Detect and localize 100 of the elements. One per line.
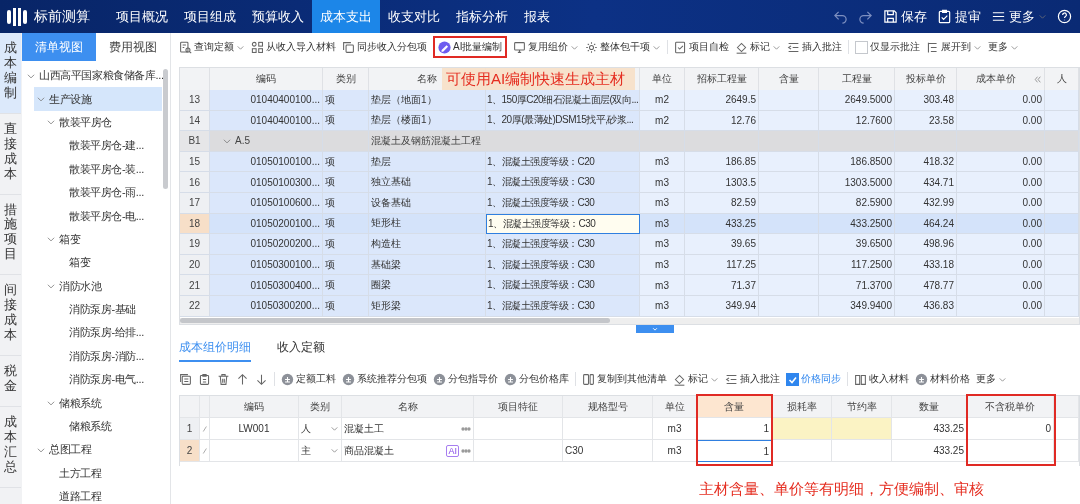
ai-button[interactable]: AI批量编制 xyxy=(438,40,503,54)
table-cell: 433.18 xyxy=(895,254,957,276)
checkbox[interactable]: 价格同步 xyxy=(786,372,841,386)
checkbox[interactable]: 仅显示批注 xyxy=(855,40,921,54)
tree-item[interactable]: 消防泵房-消防... xyxy=(54,344,162,369)
delete-icon[interactable] xyxy=(217,372,230,386)
detail-tab[interactable]: 成本组价明细 xyxy=(179,334,251,362)
mark-button[interactable]: 标记 xyxy=(673,372,719,386)
tree-item[interactable]: 散装平房仓-电... xyxy=(54,204,162,228)
tree-item[interactable]: 储粮系统 xyxy=(44,391,162,415)
tree-item[interactable]: 散装平房仓-雨... xyxy=(54,180,162,205)
nav-tab[interactable]: 成本支出 xyxy=(312,0,380,33)
tree-item[interactable]: 箱变 xyxy=(54,251,162,275)
dropdown-cell[interactable]: 主 xyxy=(299,440,342,462)
seal-icon xyxy=(433,372,446,386)
column-header: 数量 xyxy=(892,396,967,418)
document-search-icon xyxy=(179,40,192,54)
more-menu-button[interactable]: 更多 xyxy=(991,7,1047,26)
side-tab[interactable]: 直接成本 xyxy=(0,113,21,195)
side-tab[interactable]: 措施项目 xyxy=(0,194,21,276)
pen-icon xyxy=(438,40,451,54)
material-price-button[interactable]: 材料价格 xyxy=(915,372,970,386)
nav-tab[interactable]: 预算收入 xyxy=(244,0,312,33)
tree-item[interactable]: 土方工程 xyxy=(44,461,162,486)
expand-button[interactable]: 展开到 xyxy=(926,40,983,54)
import-button[interactable]: 从收入导入材料 xyxy=(251,40,336,54)
recommend-button[interactable]: 系统推荐分包项 xyxy=(342,372,427,386)
insert-icon xyxy=(787,40,801,54)
table-cell: 117.2500 xyxy=(819,254,895,276)
paste-icon[interactable] xyxy=(198,372,211,386)
side-tab[interactable]: 成本汇总 xyxy=(0,406,21,488)
more-icon xyxy=(461,448,471,453)
tree-item[interactable]: 散装平房仓 xyxy=(44,110,162,135)
detail-tab[interactable]: 收入定额 xyxy=(277,334,325,362)
undo-icon[interactable] xyxy=(833,9,848,24)
tree-item[interactable]: 散装平房仓-装... xyxy=(54,157,162,181)
side-tab[interactable]: 税金 xyxy=(0,356,21,407)
table-cell: 2649.5 xyxy=(685,90,759,111)
tree-item[interactable]: 储粮系统 xyxy=(54,414,162,439)
scrollbar[interactable] xyxy=(180,318,610,323)
side-tab[interactable]: 成本编制 xyxy=(0,33,21,114)
table-cell: 01050200200... xyxy=(210,234,323,255)
scrollbar[interactable] xyxy=(163,69,168,189)
dropdown-cell[interactable]: 人 xyxy=(299,418,342,440)
mark-button[interactable]: 标记 xyxy=(735,40,782,54)
nav-tab[interactable]: 报表 xyxy=(516,0,558,33)
tree-item[interactable]: 消防泵房-基础 xyxy=(54,297,162,322)
help-icon[interactable] xyxy=(1057,9,1072,24)
arrow-up-icon[interactable] xyxy=(236,372,249,386)
table-cell: 1303.5000 xyxy=(819,172,895,193)
income-material-button[interactable]: 收入材料 xyxy=(854,372,909,386)
row-number: 19 xyxy=(180,234,210,255)
table-cell: 0.00 xyxy=(957,213,1045,235)
clipboard-check-icon xyxy=(937,9,952,24)
side-tab[interactable]: 间接成本 xyxy=(0,275,21,356)
package-button[interactable]: 整体包干项 xyxy=(585,40,662,54)
column-header: 编码 xyxy=(210,68,323,91)
collapse-handle[interactable] xyxy=(635,325,674,333)
tree-item[interactable]: 消防水池 xyxy=(44,274,162,298)
price-library-button[interactable]: 分包价格库 xyxy=(504,372,569,386)
group-code: A.5 xyxy=(235,135,250,147)
nav-tab[interactable]: 项目概况 xyxy=(108,0,176,33)
copy-icon[interactable] xyxy=(179,372,192,386)
guide-price-button[interactable]: 分包指导价 xyxy=(433,372,498,386)
nav-tab[interactable]: 指标分析 xyxy=(448,0,516,33)
redo-icon[interactable] xyxy=(858,9,873,24)
check-button[interactable]: 项目自检 xyxy=(674,40,730,54)
view-tab[interactable]: 费用视图 xyxy=(96,33,170,61)
tree-item[interactable]: 生产设施 xyxy=(34,87,162,111)
table-cell: 82.5900 xyxy=(819,192,895,214)
nav-tab[interactable]: 项目组成 xyxy=(176,0,244,33)
tree-item[interactable]: 散装平房仓-建... xyxy=(54,134,162,158)
tree-item[interactable]: 山西高平国家粮食储备库... xyxy=(24,64,162,88)
table-cell: m2 xyxy=(640,90,685,111)
reuse-button[interactable]: 复用组价 xyxy=(513,40,580,54)
table-cell: 01050200100... xyxy=(210,213,323,235)
column-header: 含量 xyxy=(759,68,819,91)
table-cell: 01050300100... xyxy=(210,254,323,276)
quota-button[interactable]: 定额工料 xyxy=(281,372,336,386)
comment-button[interactable]: 插入批注 xyxy=(725,372,780,386)
more-button[interactable]: 更多 xyxy=(976,372,1007,386)
sync-button[interactable]: 同步收入分包项 xyxy=(342,40,427,54)
tree-item[interactable]: 箱变 xyxy=(44,227,162,252)
table-cell: m3 xyxy=(640,234,685,255)
query-button[interactable]: 查询定额 xyxy=(179,40,245,54)
nav-tab[interactable]: 收支对比 xyxy=(380,0,448,33)
copy-to-button[interactable]: 复制到其他清单 xyxy=(582,372,667,386)
submit-button[interactable]: 提审 xyxy=(937,7,981,26)
tree-item[interactable]: 总图工程 xyxy=(34,438,162,462)
column-label: 成本单价 xyxy=(976,72,1016,86)
tree-item[interactable]: 消防泵房-电气... xyxy=(54,368,162,392)
comment-button[interactable]: 插入批注 xyxy=(787,40,843,54)
save-button[interactable]: 保存 xyxy=(883,7,927,26)
tree-item[interactable]: 消防泵房-给排... xyxy=(54,321,162,345)
more-button[interactable]: 更多 xyxy=(988,40,1020,54)
arrow-down-icon[interactable] xyxy=(255,372,268,386)
table-cell: 12.7600 xyxy=(819,110,895,132)
column-header: 单位 xyxy=(653,396,697,418)
tree-item[interactable]: 道路工程 xyxy=(44,485,162,504)
column-header: 类别 xyxy=(299,396,342,418)
